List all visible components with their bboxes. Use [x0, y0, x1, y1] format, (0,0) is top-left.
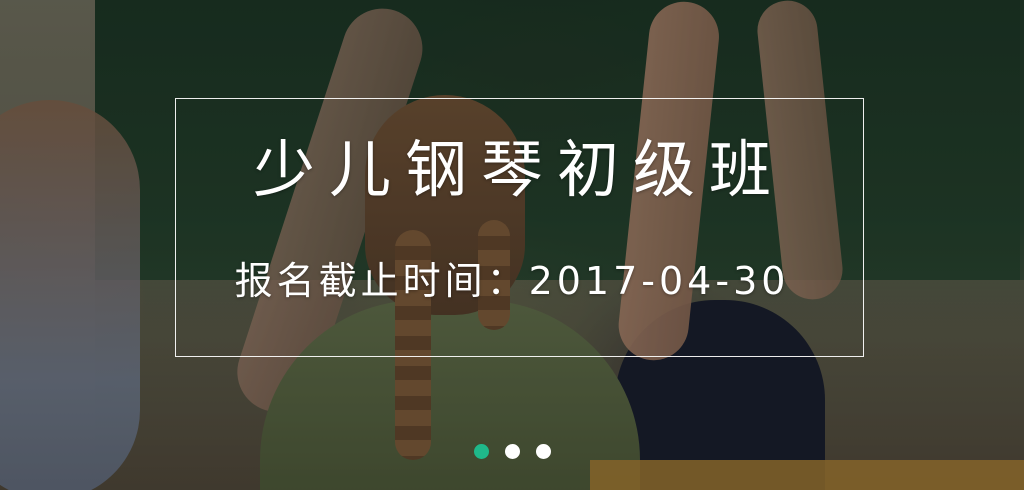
course-title: 少儿钢琴初级班 — [252, 133, 785, 206]
registration-deadline: 报名截止时间：2017-04-30 — [234, 259, 790, 303]
carousel-banner[interactable]: 少儿钢琴初级班 报名截止时间：2017-04-30 — [0, 0, 1024, 490]
carousel-indicators — [0, 444, 1024, 459]
carousel-dot-2[interactable] — [504, 444, 520, 459]
carousel-dot-1[interactable] — [473, 444, 489, 459]
carousel-dot-3[interactable] — [535, 444, 551, 459]
